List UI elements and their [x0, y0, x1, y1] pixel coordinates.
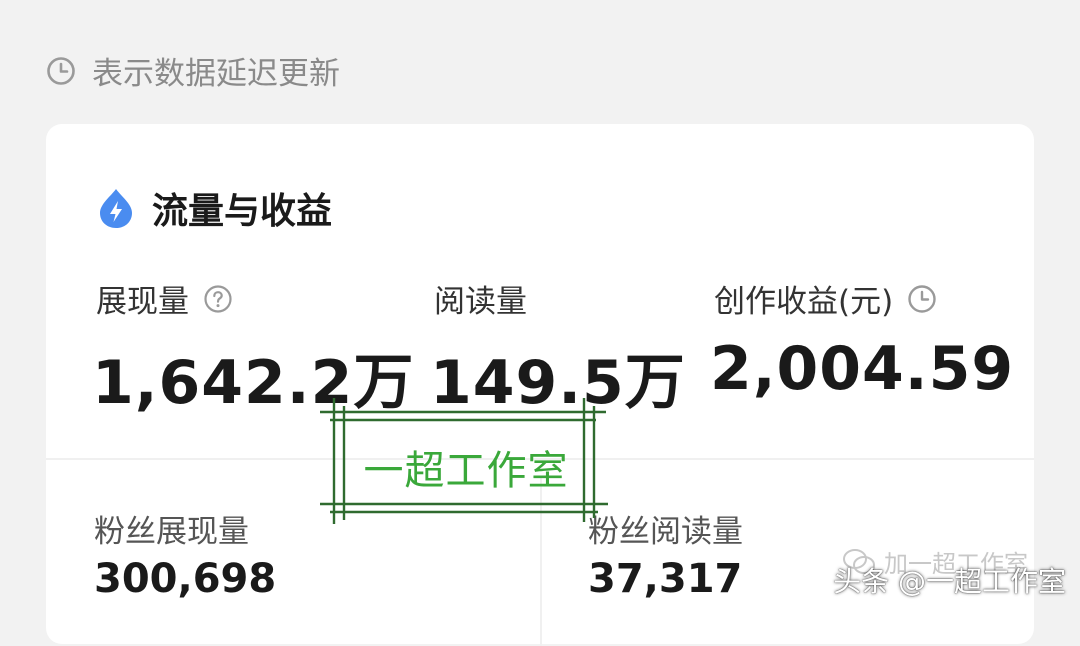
watermark-stamp: 一超工作室	[318, 398, 612, 524]
fan-reads-value: 37,317	[588, 556, 743, 602]
delay-notice: 表示数据延迟更新	[46, 48, 340, 93]
metric-revenue-value: 2,004.59	[710, 334, 1015, 404]
source-watermark: 头条 @一超工作室	[833, 560, 1066, 600]
metric-label-text: 阅读量	[434, 284, 527, 320]
card-title-text: 流量与收益	[152, 191, 333, 232]
metric-revenue-label: 创作收益(元)	[714, 276, 937, 321]
metric-label-text: 创作收益(元)	[714, 284, 894, 320]
clock-icon[interactable]	[907, 284, 937, 314]
delay-notice-text: 表示数据延迟更新	[92, 56, 340, 92]
help-circle-icon[interactable]	[203, 284, 233, 314]
stamp-text: 一超工作室	[363, 448, 569, 494]
fan-impressions-label: 粉丝展现量	[94, 514, 249, 550]
fan-impressions-value: 300,698	[94, 556, 277, 602]
metric-impressions-label: 展现量	[96, 276, 233, 321]
metric-label-text: 展现量	[96, 284, 189, 320]
clock-icon	[47, 56, 75, 85]
card-title: 流量与收益	[96, 182, 332, 234]
lightning-drop-icon	[100, 189, 132, 228]
metric-reads-label: 阅读量	[434, 276, 527, 321]
source-text: 头条 @一超工作室	[833, 565, 1066, 598]
